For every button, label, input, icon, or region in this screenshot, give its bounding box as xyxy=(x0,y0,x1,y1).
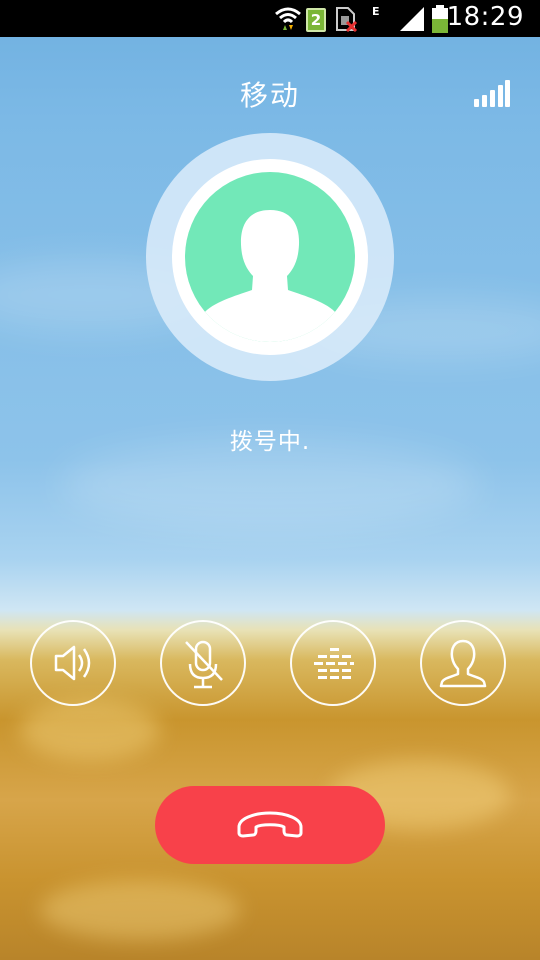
avatar-ring xyxy=(146,133,394,381)
call-screen: 2 E 18:29 移动 拨号中. xyxy=(0,0,540,960)
contacts-button[interactable] xyxy=(420,620,506,706)
hangup-button[interactable] xyxy=(155,786,385,864)
sim-missing-icon xyxy=(336,7,358,32)
status-time: 18:29 xyxy=(446,2,524,32)
dialpad-button[interactable] xyxy=(290,620,376,706)
mute-button[interactable] xyxy=(160,620,246,706)
avatar-frame xyxy=(172,159,368,355)
contact-icon xyxy=(439,639,487,688)
signal-strength-icon xyxy=(474,80,510,107)
carrier-name: 移动 xyxy=(239,79,300,112)
background-field xyxy=(40,880,240,940)
speaker-icon xyxy=(54,645,91,681)
status-bar: 2 E 18:29 xyxy=(0,0,540,37)
network-type: E xyxy=(372,5,380,18)
person-silhouette-icon xyxy=(200,210,340,342)
hangup-phone-icon xyxy=(237,811,303,838)
avatar xyxy=(185,172,355,342)
microphone-muted-icon xyxy=(185,640,223,689)
call-status: 拨号中. xyxy=(229,429,311,455)
cell-signal-icon xyxy=(400,7,424,31)
speaker-button[interactable] xyxy=(30,620,116,706)
wifi-icon xyxy=(275,7,301,30)
dialpad-icon xyxy=(314,648,354,679)
background-field xyxy=(20,700,160,760)
sim-badge: 2 xyxy=(306,8,326,32)
